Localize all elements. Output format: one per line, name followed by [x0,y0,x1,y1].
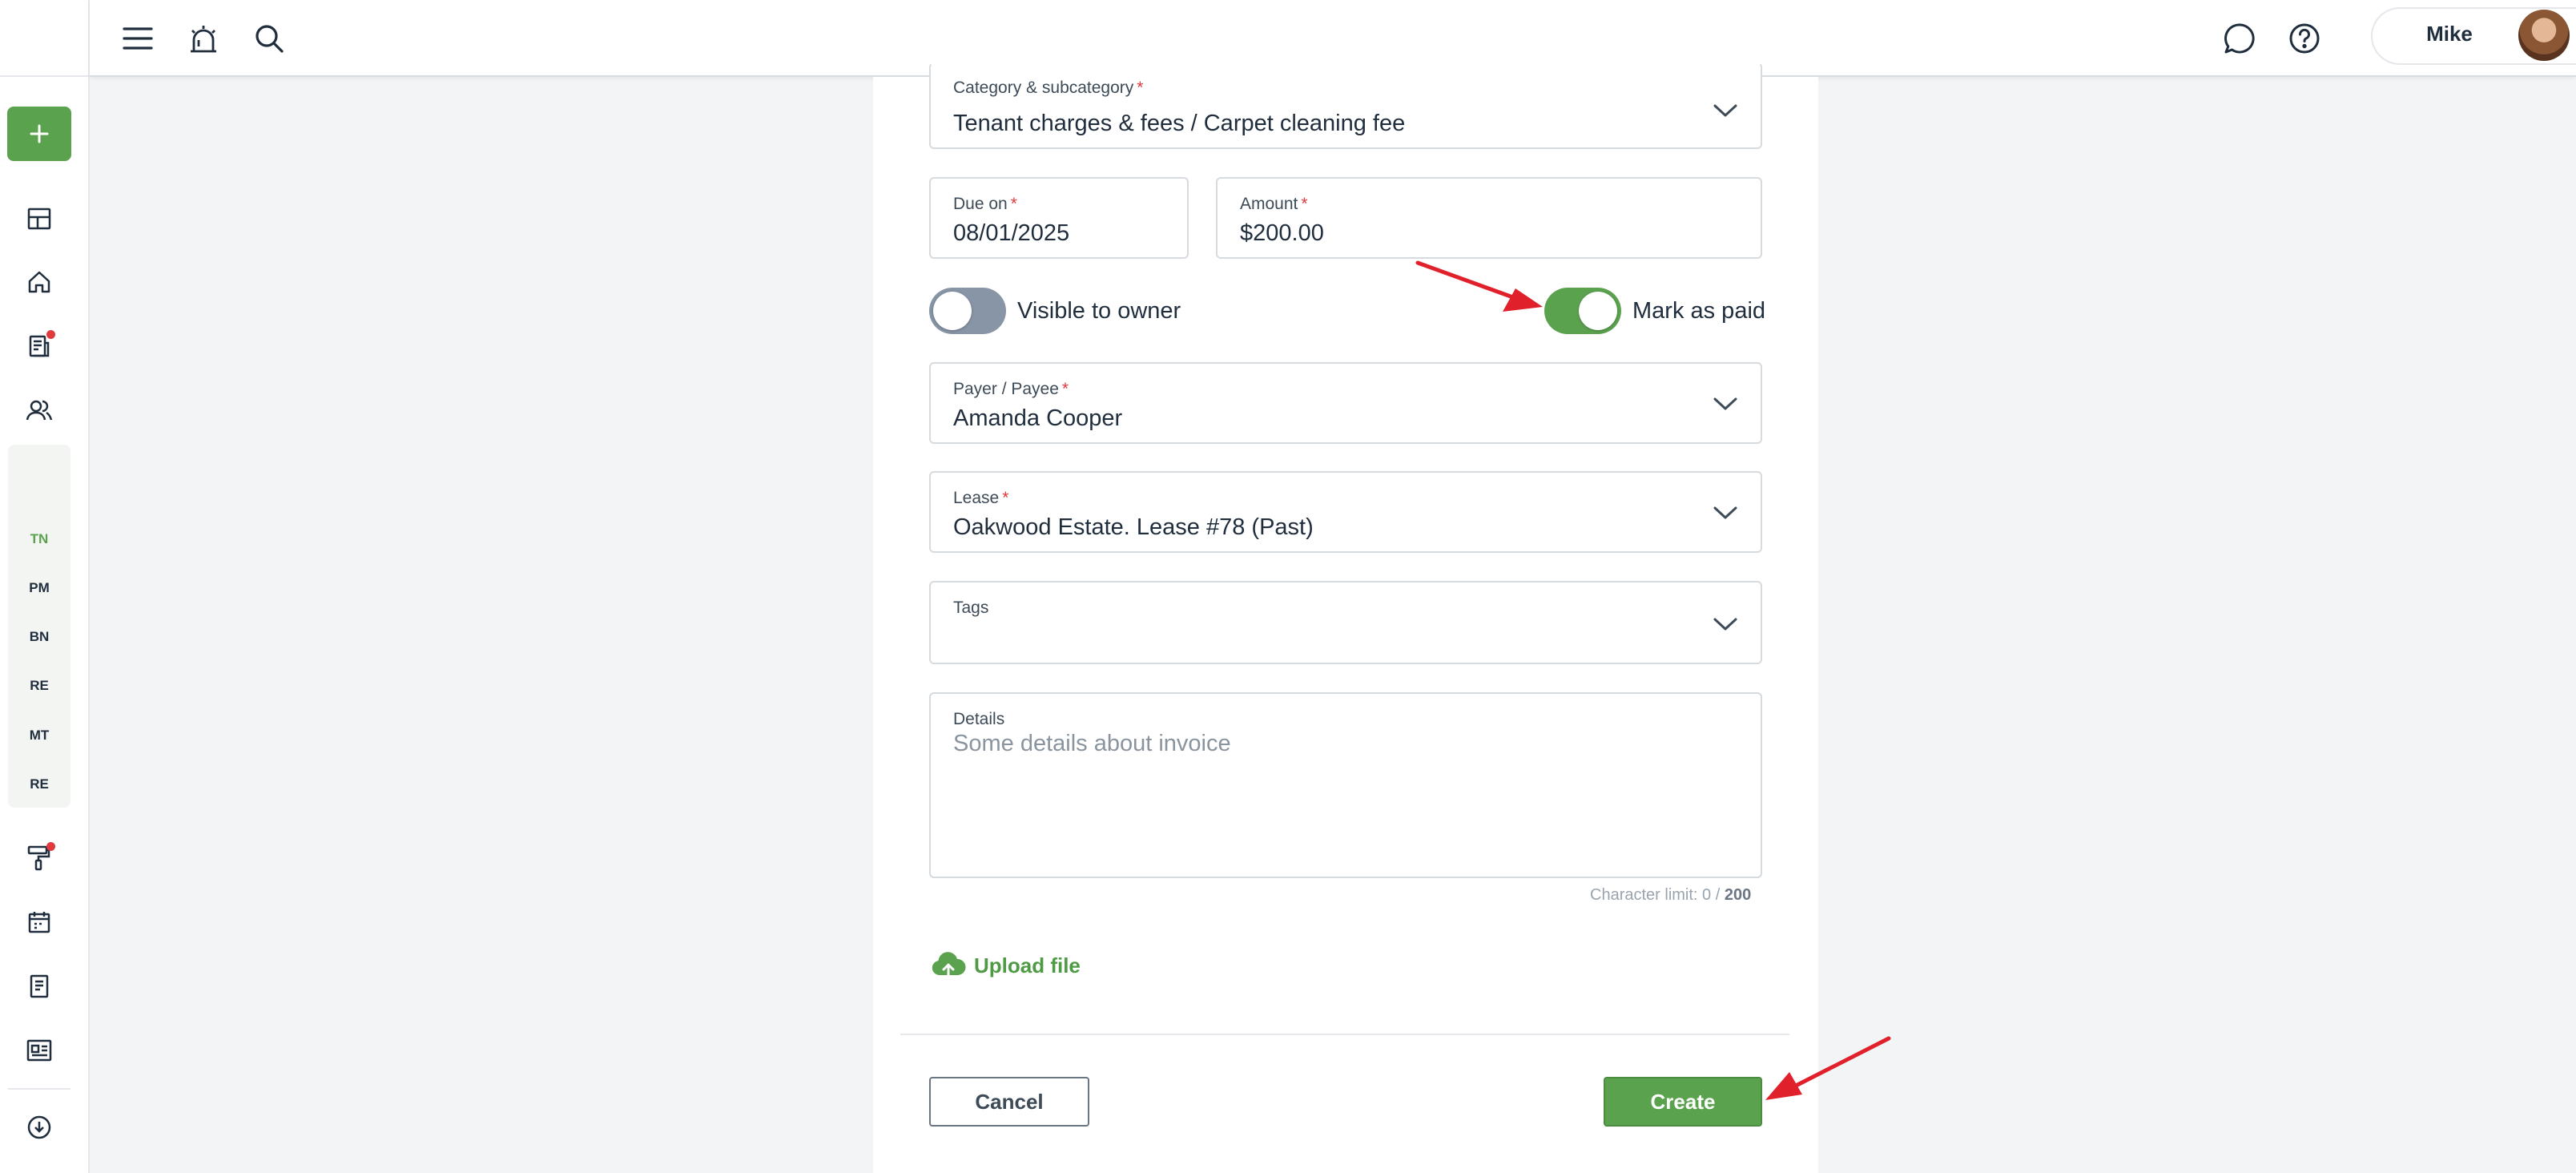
required-mark: * [1002,489,1009,507]
avatar[interactable] [2518,10,2570,61]
alarm-icon [191,26,216,53]
cancel-button[interactable]: Cancel [929,1077,1089,1127]
required-mark: * [1010,195,1017,213]
sidebar-item-maintenance[interactable] [19,838,59,878]
sidebar-header [0,0,88,77]
category-select[interactable]: Category & subcategory * Tenant charges &… [929,62,1762,149]
toggle-knob [933,292,972,330]
notification-dot [46,330,55,339]
tags-label: Tags [953,599,989,617]
chevron-down-icon [1713,397,1737,410]
category-value: Tenant charges & fees / Carpet cleaning … [953,111,1406,136]
sidebar-item-calendar[interactable] [19,902,59,942]
submenu-item-tn[interactable]: TN [8,531,70,547]
user-name[interactable]: Mike [2371,22,2528,46]
mark-as-paid-toggle[interactable] [1544,288,1621,334]
character-limit-max: 200 [1724,886,1752,904]
submenu-item-pm[interactable]: PM [8,580,70,596]
amount-label-text: Amount [1240,195,1298,213]
required-mark: * [1137,79,1144,97]
submenu-item-re[interactable]: RE [8,678,70,694]
form-footer-divider [900,1034,1789,1035]
amount-field[interactable]: Amount * $200.00 [1216,177,1762,259]
payer-label-text: Payer / Payee [953,380,1059,398]
chevron-down-icon [1713,506,1737,519]
amount-label: Amount * [1240,195,1308,214]
toggle-knob [1579,292,1617,330]
sidebar-divider [8,1088,70,1090]
sidebar: TN PM BN RE MT RE [0,0,90,1173]
chevron-down-icon [1713,618,1737,631]
alerts-button[interactable] [179,14,227,62]
submenu-item-bn[interactable]: BN [8,629,70,645]
create-button[interactable]: Create [1604,1077,1762,1127]
sidebar-item-reports[interactable] [19,326,59,366]
lease-label-text: Lease [953,489,1000,507]
accounting-submenu: TN PM BN RE MT RE [8,445,70,808]
required-mark: * [1301,195,1308,213]
upload-cloud-icon [932,952,966,980]
download-cloud-icon [27,1115,51,1139]
details-textarea[interactable]: Details Some details about invoice [929,692,1762,878]
dashboard-icon [27,208,51,230]
sidebar-item-downloads[interactable] [19,1107,59,1147]
chat-icon [2224,23,2255,54]
chevron-down-icon [1713,104,1737,117]
home-icon [28,271,50,293]
listing-icon [26,1039,52,1062]
payer-select[interactable]: Payer / Payee * Amanda Cooper [929,362,1762,444]
category-label: Category & subcategory * [953,79,1143,98]
menu-icon [123,27,153,50]
category-label-text: Category & subcategory [953,79,1134,97]
submenu-item-mt[interactable]: MT [8,728,70,744]
submenu-item-re-2[interactable]: RE [8,776,70,792]
upload-file-button[interactable]: Upload file [931,948,1081,983]
payer-value: Amanda Cooper [953,405,1123,431]
mark-as-paid-label: Mark as paid [1632,298,1766,324]
due-date-label-text: Due on [953,195,1008,213]
document-icon [30,974,49,998]
payer-label: Payer / Payee * [953,380,1069,399]
chat-button[interactable] [2216,14,2264,62]
plus-icon [30,124,49,143]
required-mark: * [1061,380,1069,398]
sidebar-item-properties[interactable] [19,262,59,302]
lease-label: Lease * [953,489,1008,508]
visible-to-owner-label: Visible to owner [1017,298,1181,324]
menu-button[interactable] [114,14,162,62]
sidebar-item-dashboard[interactable] [19,199,59,239]
people-icon [26,400,53,421]
due-date-label: Due on * [953,195,1017,214]
amount-value: $200.00 [1240,220,1324,246]
visible-to-owner-toggle[interactable] [929,288,1006,334]
upload-file-label: Upload file [974,953,1081,978]
character-limit-text: Character limit: 0 / [1590,886,1725,904]
sidebar-item-listings[interactable] [19,1030,59,1070]
tags-select[interactable]: Tags [929,581,1762,664]
add-new-button[interactable] [7,107,71,161]
details-label: Details [953,710,1005,728]
character-limit: Character limit: 0 / 200 [1590,886,1751,905]
lease-select[interactable]: Lease * Oakwood Estate. Lease #78 (Past) [929,471,1762,553]
search-button[interactable] [245,14,293,62]
search-icon [256,25,284,53]
lease-value: Oakwood Estate. Lease #78 (Past) [953,514,1314,540]
details-placeholder: Some details about invoice [953,731,1231,756]
due-date-value: 08/01/2025 [953,220,1070,246]
notification-dot [46,842,55,851]
sidebar-item-people[interactable] [19,390,59,430]
calendar-icon [28,912,50,933]
help-icon [2289,23,2320,54]
sidebar-item-documents[interactable] [19,966,59,1006]
help-button[interactable] [2280,14,2328,62]
due-date-field[interactable]: Due on * 08/01/2025 [929,177,1189,259]
